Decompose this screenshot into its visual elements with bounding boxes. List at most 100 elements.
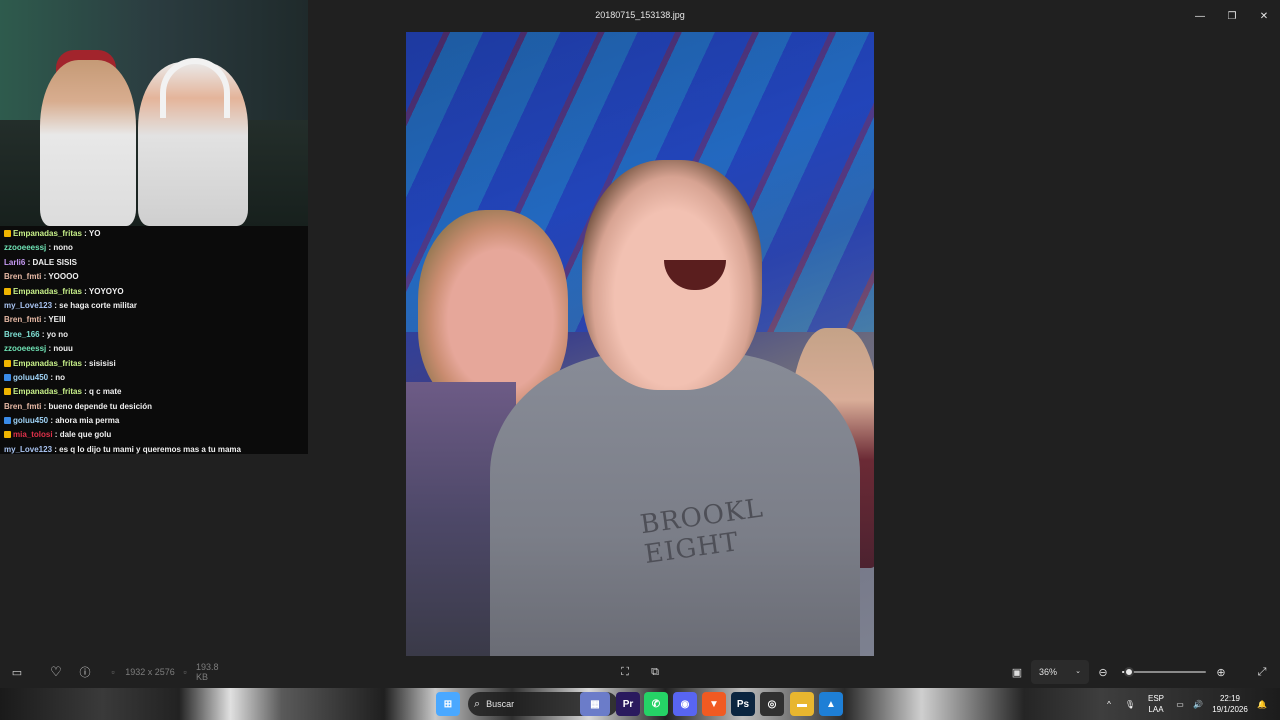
chat-text: yo no <box>46 329 69 339</box>
gray-sweater <box>490 352 860 656</box>
rotate-crop-icon[interactable]: ⛶ <box>614 656 636 688</box>
zoom-slider[interactable] <box>1122 667 1206 677</box>
premiere-icon[interactable]: Pr <box>616 692 640 716</box>
microphone-icon[interactable]: 🎙 <box>1122 688 1138 720</box>
chat-username[interactable]: Empanadas_fritas <box>13 359 82 368</box>
chat-username[interactable]: Empanadas_fritas <box>13 287 82 296</box>
whatsapp-icon[interactable]: ✆ <box>644 692 668 716</box>
zoom-level-dropdown[interactable]: 36% ⌄ <box>1031 660 1089 684</box>
maximize-button[interactable]: ❐ <box>1216 0 1248 32</box>
zoom-slider-knob[interactable] <box>1123 667 1134 677</box>
chat-text: dale que golu <box>59 430 112 440</box>
obs-icon[interactable]: ◎ <box>760 692 784 716</box>
chat-separator: : <box>81 286 89 296</box>
dimensions-icon: ▫ <box>111 667 115 677</box>
chat-badge-icon <box>4 373 11 381</box>
chat-text: no <box>55 372 66 382</box>
taskbar: ⊞ ⌕ Buscar ▦ Pr ✆ ◉ ▼ Ps ◎ ▬ ▲ ^ 🎙 ESP L… <box>0 688 1280 720</box>
filmstrip-icon[interactable]: ▭ <box>6 656 28 688</box>
chat-message: Bren_fmti : YOOOO <box>0 270 308 284</box>
chat-separator: : <box>81 229 89 238</box>
chat-text: YO <box>88 229 101 238</box>
chevron-down-icon: ⌄ <box>1075 668 1081 675</box>
zoom-out-icon[interactable]: ⊖ <box>1094 656 1112 688</box>
windows-start-icon[interactable]: ⊞ <box>436 692 460 716</box>
chat-text: YEIII <box>48 315 66 325</box>
clock[interactable]: 22:19 19/1/2026 <box>1206 688 1254 720</box>
chat-username[interactable]: Bree_166 <box>4 330 40 339</box>
language-layout: LAA <box>1148 705 1164 714</box>
info-icon[interactable]: ⓘ <box>74 656 96 688</box>
chat-badge-icon <box>4 431 11 439</box>
displayed-photo[interactable]: BROOKL EIGHT <box>406 32 874 656</box>
chat-message: my_Love123 : se haga corte militar <box>0 299 308 313</box>
chat-username[interactable]: zzooeeessj <box>4 243 46 252</box>
chat-message: goluu450 : no <box>0 371 308 385</box>
video-thumbnail-icon[interactable]: ▦ <box>580 692 610 716</box>
discord-icon[interactable]: ◉ <box>673 692 697 716</box>
chat-username[interactable]: mia_tolosi <box>13 430 53 439</box>
chat-text: sisisisi <box>89 358 116 368</box>
chat-badge-icon <box>4 417 11 425</box>
filesize-icon: ▫ <box>183 667 187 677</box>
chat-text: es q lo dijo tu mami y queremos mas a tu… <box>59 444 241 454</box>
chat-username[interactable]: my_Love123 <box>4 445 52 454</box>
chat-badge-icon <box>4 230 11 237</box>
chat-text: bueno depende tu desición <box>48 401 153 411</box>
webcam-overlay <box>0 0 308 226</box>
chat-username[interactable]: Empanadas_fritas <box>13 387 82 396</box>
chat-username[interactable]: Larli6 <box>4 258 25 267</box>
favorite-heart-icon[interactable]: ♡ <box>45 656 67 688</box>
chat-message: goluu450 : ahora mia perma <box>0 414 308 428</box>
chat-message: Empanadas_fritas : sisisisi <box>0 357 308 371</box>
chat-username[interactable]: Bren_fmti <box>4 315 41 324</box>
chat-message: zzooeeessj : nono <box>0 241 308 255</box>
close-button[interactable]: ✕ <box>1248 0 1280 32</box>
chat-username[interactable]: goluu450 <box>13 416 48 425</box>
search-icon: ⌕ <box>474 697 481 710</box>
chat-text: q c mate <box>89 387 122 397</box>
fit-screen-icon[interactable]: ▣ <box>1006 656 1028 688</box>
chat-text: nouu <box>53 344 73 354</box>
chat-text: DALE SISIS <box>32 257 77 267</box>
volume-icon[interactable]: 🔊 <box>1190 688 1206 720</box>
chat-badge-icon <box>4 287 11 295</box>
language-indicator[interactable]: ESP LAA <box>1142 688 1170 720</box>
chat-message: Bren_fmti : bueno depende tu desición <box>0 400 308 414</box>
file-explorer-icon[interactable]: ▬ <box>790 692 814 716</box>
image-filesize: 193.8 KB <box>196 662 219 682</box>
photos-app-icon[interactable]: ▲ <box>819 692 843 716</box>
chat-message: Bren_fmti : YEIII <box>0 313 308 327</box>
image-dimensions: 1932 x 2576 <box>125 667 175 677</box>
chat-text: nono <box>53 243 73 253</box>
clock-date: 19/1/2026 <box>1212 705 1248 714</box>
chat-username[interactable]: my_Love123 <box>4 301 52 310</box>
chat-username[interactable]: zzooeeessj <box>4 344 46 353</box>
show-hidden-icons-chevron-icon[interactable]: ^ <box>1100 688 1118 720</box>
chat-message: Bree_166 : yo no <box>0 328 308 342</box>
network-icon[interactable]: ▭ <box>1172 688 1188 720</box>
chat-username[interactable]: Bren_fmti <box>4 402 41 411</box>
chat-message: Larli6 : DALE SISIS <box>0 256 308 270</box>
edit-image-icon[interactable]: ⧉ <box>644 656 666 688</box>
photoshop-icon[interactable]: Ps <box>731 692 755 716</box>
photo-viewer-window: 20180715_153138.jpg — ❐ ✕ BROOKL EIGHT E… <box>0 0 1280 688</box>
chat-message: mia_tolosi : dale que golu <box>0 428 308 442</box>
fullscreen-icon[interactable]: ⤢ <box>1252 656 1272 688</box>
brave-icon[interactable]: ▼ <box>702 692 726 716</box>
chat-separator: : <box>39 329 47 339</box>
stream-chat-overlay: Empanadas_fritas : YO zzooeeessj : nono La… <box>0 226 308 454</box>
chat-text: se haga corte militar <box>59 300 137 310</box>
zoom-in-icon[interactable]: ⊕ <box>1212 656 1230 688</box>
chat-message: zzooeeessj : nouu <box>0 342 308 356</box>
chat-username[interactable]: goluu450 <box>13 373 48 382</box>
minimize-button[interactable]: — <box>1184 0 1216 32</box>
notifications-icon[interactable]: 🔔 <box>1254 688 1270 720</box>
chat-username[interactable]: Bren_fmti <box>4 272 41 281</box>
chat-badge-icon <box>4 388 11 396</box>
zoom-value: 36% <box>1039 667 1058 677</box>
streamer-woman <box>40 60 136 226</box>
chat-separator: : <box>81 387 90 397</box>
chat-username[interactable]: Empanadas_fritas <box>13 229 82 238</box>
chat-separator: : <box>52 430 60 440</box>
